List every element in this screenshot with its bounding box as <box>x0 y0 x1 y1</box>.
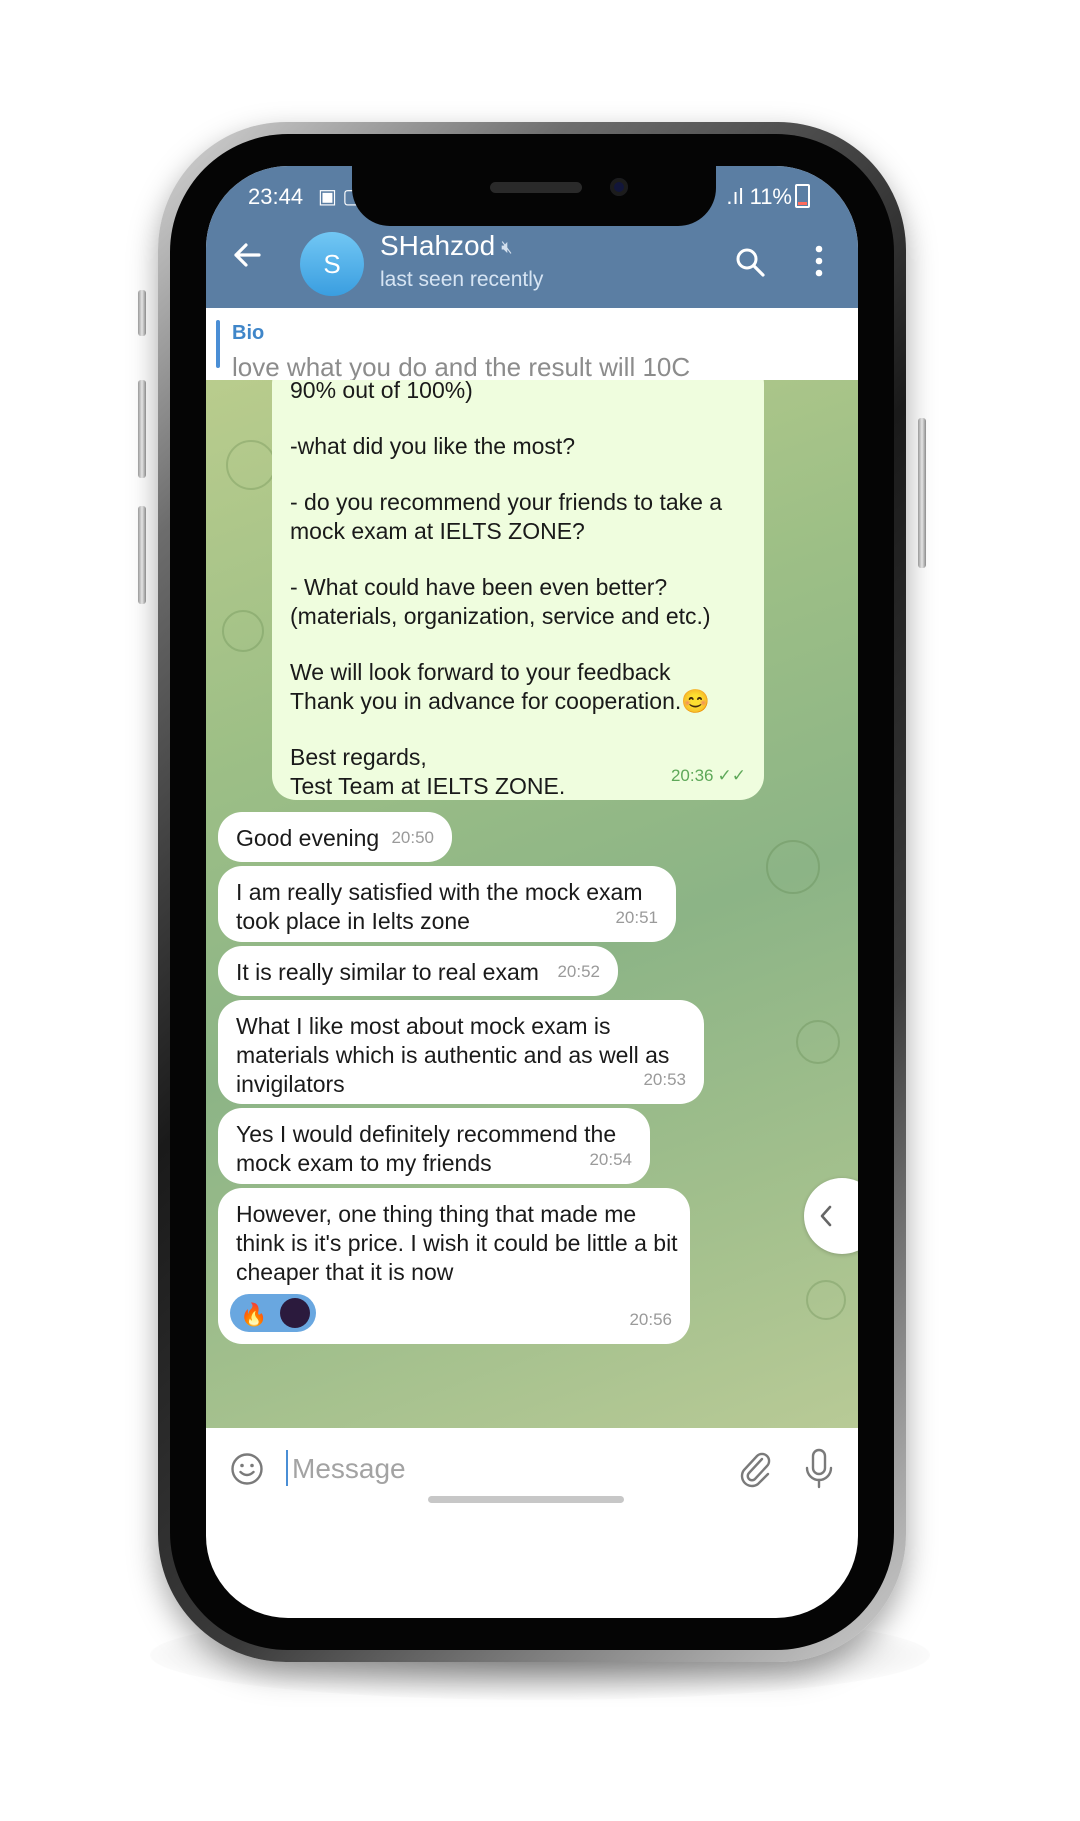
fire-reaction-icon: 🔥 <box>240 1302 268 1327</box>
message-composer <box>206 1428 858 1528</box>
outgoing-message[interactable]: 90% out of 100%) -what did you like the … <box>272 380 764 800</box>
incoming-message[interactable]: What I like most about mock exam is mate… <box>218 1000 704 1104</box>
contact-name-row[interactable]: SHahzod 🔇︎ <box>380 230 513 262</box>
message-time: 20:54 <box>589 1150 632 1169</box>
phone-frame: 23:44 ▣ ▢ .ıl 11% S SHahzod 🔇︎ last seen … <box>138 122 926 1662</box>
bio-text: love what you do and the result will 10C <box>232 352 691 381</box>
message-time: 20:53 <box>643 1070 686 1089</box>
wallpaper-doodle <box>222 610 264 652</box>
message-text: I am really satisfied with the mock exam… <box>236 879 643 934</box>
more-vertical-icon[interactable] <box>812 242 826 280</box>
battery-percent: 11% <box>749 184 792 209</box>
message-time-row: 20:36 ✓✓ <box>671 761 746 790</box>
message-line: - What could have been even better? <box>290 574 668 600</box>
message-line: (materials, organization, service and et… <box>290 603 711 629</box>
wallpaper-doodle <box>766 840 820 894</box>
message-text: What I like most about mock exam is mate… <box>236 1013 670 1097</box>
message-time: 20:52 <box>557 962 600 981</box>
text-cursor <box>286 1450 288 1486</box>
double-check-icon: ✓✓ <box>717 766 747 785</box>
reactor-avatar <box>280 1298 310 1328</box>
wallpaper-doodle <box>806 1280 846 1320</box>
status-time: 23:44 <box>248 184 304 209</box>
notch <box>352 166 716 226</box>
battery-icon <box>795 184 810 208</box>
microphone-icon[interactable] <box>804 1448 834 1490</box>
phone-screen: 23:44 ▣ ▢ .ıl 11% S SHahzod 🔇︎ last seen … <box>206 166 858 1618</box>
bio-panel[interactable]: Bio love what you do and the result will… <box>206 308 858 381</box>
side-button-silent <box>138 290 146 336</box>
message-line: Thank you in advance for cooperation.😊 <box>290 688 710 714</box>
message-time: 20:56 <box>629 1310 672 1329</box>
message-text: It is really similar to real exam <box>236 959 539 985</box>
smiley-icon[interactable] <box>230 1452 264 1486</box>
message-reactions[interactable]: 🔥 <box>230 1294 316 1332</box>
message-line: - do you recommend your friends to take … <box>290 489 723 515</box>
muted-icon: 🔇︎ <box>501 237 513 257</box>
incoming-message[interactable]: It is really similar to real exam 20:52 <box>218 946 618 996</box>
scroll-side-button[interactable] <box>804 1178 858 1254</box>
chat-area[interactable]: 90% out of 100%) -what did you like the … <box>206 380 858 1428</box>
arrow-left-icon[interactable] <box>232 240 262 270</box>
incoming-message[interactable]: I am really satisfied with the mock exam… <box>218 866 676 942</box>
avatar-letter: S <box>323 248 341 279</box>
paperclip-icon[interactable] <box>738 1450 772 1488</box>
message-input[interactable] <box>290 1446 654 1492</box>
message-time: 20:51 <box>615 908 658 927</box>
message-line: 90% out of 100%) <box>290 380 473 403</box>
message-time: 20:36 <box>670 766 714 785</box>
contact-name: SHahzod <box>380 230 496 261</box>
contact-status: last seen recently <box>380 268 544 291</box>
status-right-group: .ıl 11% <box>726 184 810 210</box>
contact-avatar[interactable]: S <box>300 232 364 296</box>
message-text: However, one thing thing that made me th… <box>236 1201 678 1285</box>
side-button-power <box>918 418 926 568</box>
home-indicator[interactable] <box>428 1496 624 1503</box>
message-text: Yes I would definitely recommend the moc… <box>236 1121 617 1176</box>
wallpaper-doodle <box>226 440 276 490</box>
incoming-message[interactable]: Good evening 20:50 <box>218 812 452 862</box>
incoming-message[interactable]: However, one thing thing that made me th… <box>218 1188 690 1344</box>
bio-label: Bio <box>232 322 265 344</box>
search-icon[interactable] <box>734 246 766 278</box>
message-line: -what did you like the most? <box>290 433 576 459</box>
chevron-left-icon <box>820 1205 832 1227</box>
earpiece-speaker <box>490 182 582 193</box>
side-button-volume-down <box>138 506 146 604</box>
wallpaper-doodle <box>796 1020 840 1064</box>
message-line: We will look forward to your feedback <box>290 659 671 685</box>
message-line: mock exam at IELTS ZONE? <box>290 518 585 544</box>
incoming-message[interactable]: Yes I would definitely recommend the moc… <box>218 1108 650 1184</box>
front-camera <box>610 178 628 196</box>
message-text: Good evening <box>236 825 380 851</box>
signal-icon: .ıl <box>726 184 750 209</box>
side-button-volume-up <box>138 380 146 478</box>
bio-accent-bar <box>216 320 220 368</box>
message-time: 20:50 <box>391 828 434 847</box>
